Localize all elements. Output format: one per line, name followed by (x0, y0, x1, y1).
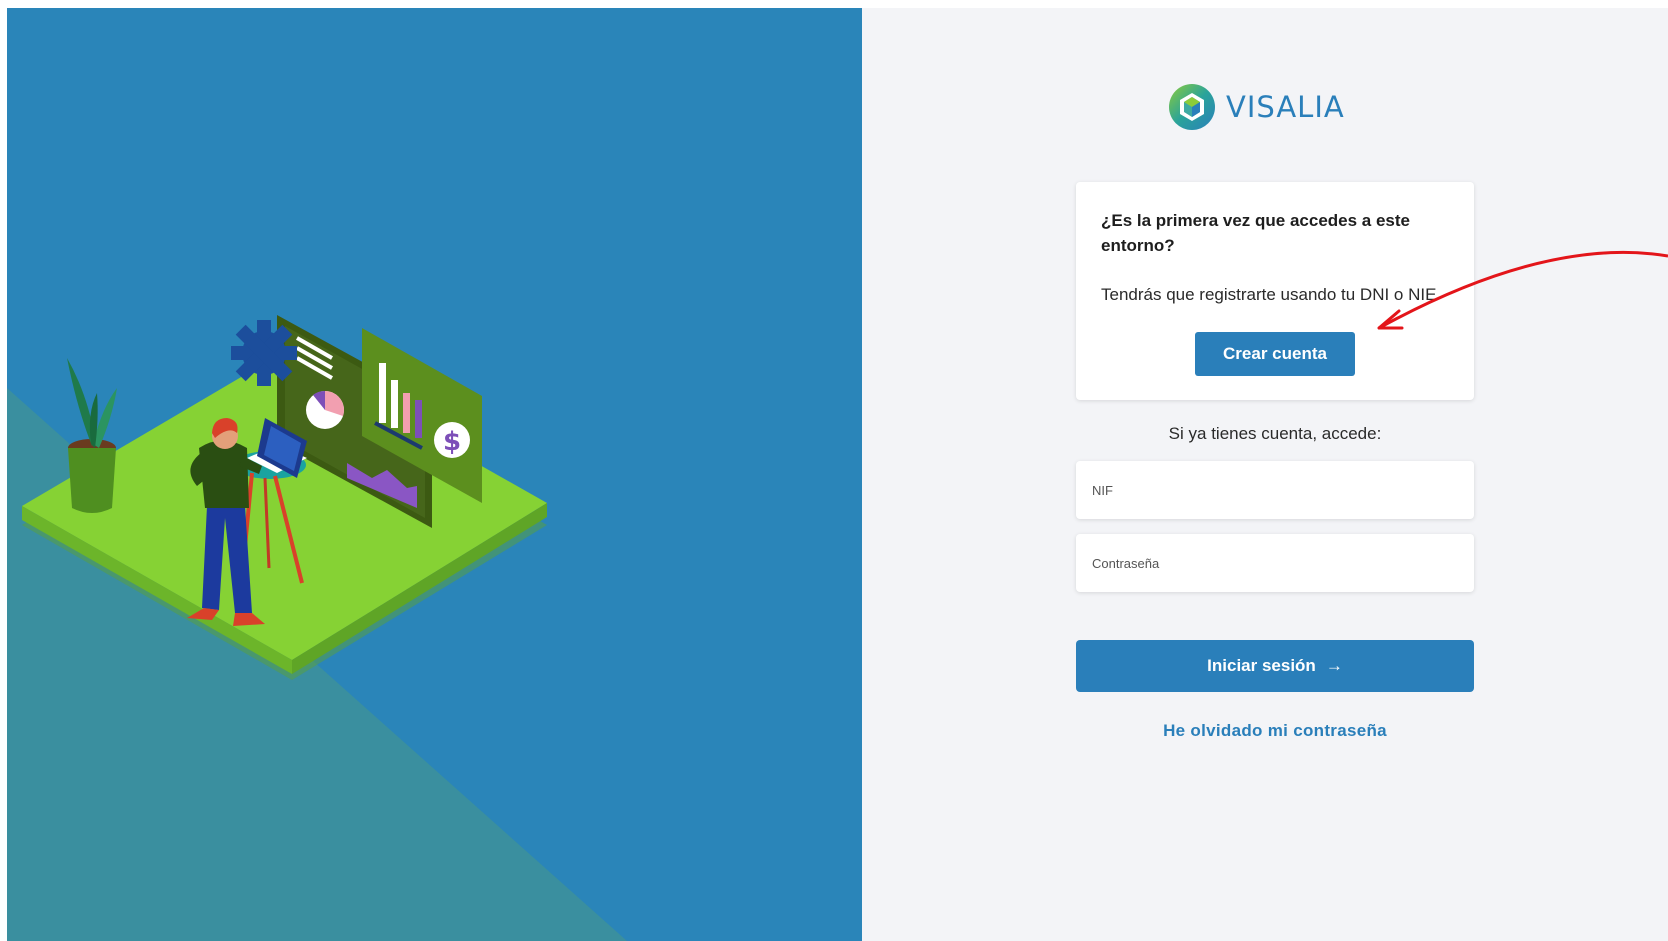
login-panel: VISALIA ¿Es la primera vez que accedes a… (862, 8, 1668, 941)
gear-icon (231, 320, 297, 386)
first-access-title: ¿Es la primera vez que accedes a este en… (1101, 211, 1411, 255)
visalia-logo-icon (1169, 84, 1215, 130)
svg-text:$: $ (443, 427, 461, 457)
illustration-panel: $ (7, 8, 862, 941)
login-page: $ VISALIA ¿Es la primera vez que accedes… (7, 8, 1668, 941)
forgot-password-link[interactable]: He olvidado mi contraseña (1076, 721, 1474, 741)
password-input[interactable] (1076, 534, 1474, 592)
first-access-card: ¿Es la primera vez que accedes a este en… (1076, 182, 1474, 400)
brand-logo: VISALIA (1168, 82, 1345, 132)
brand-name: VISALIA (1226, 90, 1345, 124)
arrow-right-icon: → (1325, 656, 1343, 675)
nif-input[interactable] (1076, 461, 1474, 519)
login-button-label: Iniciar sesión (1207, 656, 1316, 675)
nif-field (1076, 461, 1474, 519)
password-field (1076, 534, 1474, 592)
create-account-button[interactable]: Crear cuenta (1195, 332, 1355, 376)
login-button[interactable]: Iniciar sesión → (1076, 640, 1474, 692)
first-access-text: Tendrás que registrarte usando tu DNI o … (1101, 285, 1437, 304)
login-prompt: Si ya tienes cuenta, accede: (1168, 424, 1382, 443)
plant-icon (67, 358, 117, 513)
workspace-illustration: $ (7, 315, 627, 941)
